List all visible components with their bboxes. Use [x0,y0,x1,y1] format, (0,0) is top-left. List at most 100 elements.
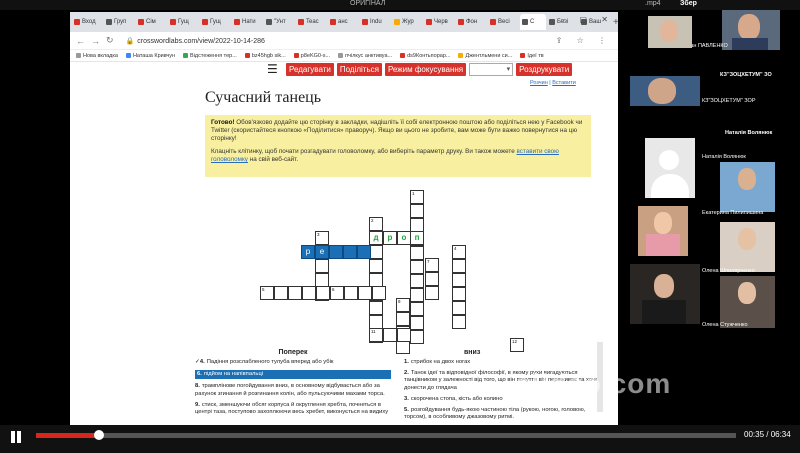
browser-tab[interactable]: Черв [424,14,455,30]
bookmark-item[interactable]: пчілкус анктивуа... [338,53,392,59]
crossword-cell[interactable] [274,286,288,300]
print-options-select[interactable] [469,63,514,76]
edit-button[interactable]: Редагувати [286,63,334,76]
crossword-cell[interactable] [452,287,466,301]
crossword-cell[interactable] [410,288,424,302]
bookmark-item[interactable]: bz45hgb sik... [244,53,286,59]
crossword-cell[interactable] [369,259,383,273]
participant-video[interactable] [648,16,692,48]
window-controls[interactable]: – ▢ ✕ [561,15,614,24]
pause-icon[interactable] [10,431,22,443]
browser-tab[interactable]: Вход [72,14,103,30]
crossword-cell[interactable] [358,286,372,300]
clue-item[interactable]: 6. підйом на напівпальці [195,370,391,380]
bookmark-item[interactable]: Відстеження тер... [183,53,237,59]
crossword-cell[interactable] [369,315,383,329]
clue-item[interactable]: 1. стрибок на двох ногах [404,359,604,366]
browser-tab[interactable]: Жур [392,14,423,30]
insert-link[interactable]: Вставити [552,80,576,86]
crossword-cell[interactable] [329,245,343,259]
browser-tab[interactable]: Нати [232,14,263,30]
crossword-cell[interactable] [344,286,358,300]
crossword-cell[interactable]: 8 [396,298,410,312]
bookmark-item[interactable]: Наташа Кривчун [125,53,175,59]
crossword-cell[interactable] [425,272,439,286]
browser-tab[interactable]: Гущ [168,14,199,30]
crossword-cell[interactable] [343,245,357,259]
crossword-cell[interactable] [302,286,316,300]
crossword-cell[interactable] [315,273,329,287]
crossword-cell[interactable] [410,260,424,274]
participant-video[interactable] [630,264,700,324]
crossword-cell[interactable] [425,286,439,300]
browser-tab[interactable]: "Унт [264,14,295,30]
clue-item[interactable]: 5. розгойдування будь-якою частиною тіла … [404,407,604,421]
participant-video[interactable] [722,10,780,50]
participant-video[interactable] [720,276,775,328]
participant-video[interactable] [720,222,775,272]
crossword-cell[interactable]: 7 [425,258,439,272]
crossword-cell[interactable]: е [315,245,329,259]
crossword-cell[interactable] [397,328,411,342]
participant-video[interactable] [638,206,688,256]
crossword-cell[interactable] [452,315,466,329]
crossword-cell[interactable] [410,218,424,232]
participant-video[interactable] [720,162,775,212]
forward-icon[interactable]: → [91,36,100,46]
bookmark-item[interactable]: ds9Контьпорар... [400,53,450,59]
crossword-cell[interactable] [452,301,466,315]
solution-link[interactable]: Розчин [530,80,548,86]
crossword-cell[interactable]: 1 [410,190,424,204]
participant-video[interactable] [630,76,700,106]
crossword-cell[interactable]: р [301,245,315,259]
crossword-cell[interactable]: 4 [452,245,466,259]
crossword-cell[interactable]: р [383,231,397,245]
bookmark-item[interactable]: Ідеї тв [520,53,544,59]
back-icon[interactable]: ← [76,36,85,46]
reload-icon[interactable]: ↻ [106,35,114,46]
crossword-cell[interactable] [357,245,371,259]
crossword-cell[interactable] [410,204,424,218]
crossword-cell[interactable]: 6 [330,286,344,300]
clue-item[interactable]: ✓4. Падіння розслабленого тулуба вперед а… [195,359,391,366]
crossword-cell[interactable] [410,246,424,260]
crossword-cell[interactable]: п [410,231,424,245]
browser-tab[interactable]: Груп [104,14,135,30]
crossword-cell[interactable] [452,273,466,287]
clue-item[interactable]: 8. трамплінове погойдування вниз, в основ… [195,383,391,397]
browser-tab[interactable]: Teac [296,14,327,30]
crossword-cell[interactable] [396,312,410,326]
crossword-cell[interactable] [288,286,302,300]
browser-tab[interactable]: Сім [136,14,167,30]
bookmark-item[interactable]: p8eKG0-s... [293,53,330,59]
browser-tab[interactable]: С [520,14,546,30]
crossword-cell[interactable] [369,301,383,315]
crossword-cell[interactable]: 3 [315,231,329,245]
save-button[interactable]: Збер [680,0,697,7]
browser-tab[interactable]: Фон [456,14,487,30]
hamburger-menu-icon[interactable]: ☰ [267,62,278,76]
focus-mode-button[interactable]: Режим фокусування [384,63,467,76]
crossword-cell[interactable] [452,259,466,273]
crossword-cell[interactable] [410,330,424,344]
crossword-cell[interactable] [316,286,330,300]
crossword-cell[interactable] [410,316,424,330]
crossword-cell[interactable] [410,302,424,316]
crossword-cell[interactable] [383,328,397,342]
print-button[interactable]: Роздрукувати [516,63,573,76]
seek-handle[interactable] [93,430,104,440]
browser-tab[interactable]: Весі [488,14,519,30]
browser-tab[interactable]: Indu [360,14,391,30]
browser-tab[interactable]: Гущ [200,14,231,30]
bookmark-item[interactable]: Нова вкладка [76,53,118,59]
crossword-cell[interactable] [369,273,383,287]
browser-tab[interactable]: анс [328,14,359,30]
crossword-cell[interactable]: д [369,231,383,245]
crossword-cell[interactable] [372,286,386,300]
url-field[interactable]: 🔒 crosswordlabs.com/view/2022-10-14-286 [126,37,265,45]
crossword-cell[interactable] [369,245,383,259]
crossword-cell[interactable]: 5 [260,286,274,300]
crossword-cell[interactable] [315,259,329,273]
crossword-cell[interactable]: 11 [369,328,383,342]
bookmark-item[interactable]: Джентльмени си... [458,53,512,59]
